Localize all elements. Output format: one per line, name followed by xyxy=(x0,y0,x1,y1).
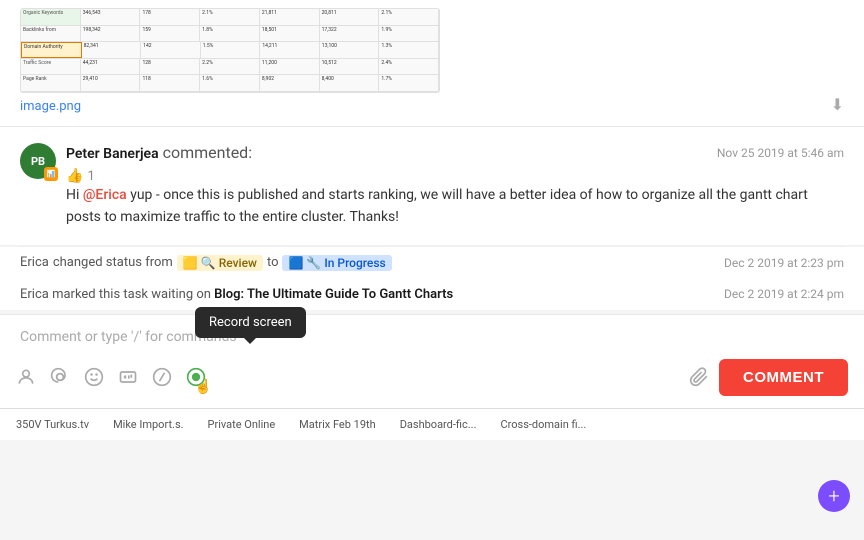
like-icon[interactable]: 👍 xyxy=(66,168,83,184)
comment-time: Nov 25 2019 at 5:46 am xyxy=(717,146,844,160)
bottom-tab-2[interactable]: Private Online xyxy=(200,414,284,435)
at-mention-icon[interactable] xyxy=(50,367,70,387)
bottom-tab-3[interactable]: Matrix Feb 19th xyxy=(291,414,384,435)
comment-input-area: Comment or type '/' for commands Record … xyxy=(0,314,864,408)
comment-placeholder[interactable]: Comment or type '/' for commands xyxy=(0,315,864,351)
bottom-taskbar: 350V Turkus.tv Mike Import.s. Private On… xyxy=(0,408,864,440)
waiting-change-row: Erica marked this task waiting on Blog: … xyxy=(0,279,864,310)
like-count: 1 xyxy=(87,169,94,184)
comment-text: yup - once this is published and starts … xyxy=(66,187,808,225)
commented-label: commented: xyxy=(163,143,253,162)
avatar: PB 📊 xyxy=(20,143,56,179)
image-thumbnail: Organic Keywords 346,543 178 2.1% 21,811… xyxy=(20,8,440,93)
commenter-name: Peter Banerjea xyxy=(66,146,159,162)
comment-body: Hi @Erica yup - once this is published a… xyxy=(66,184,844,229)
bottom-tab-5[interactable]: Cross-domain fi... xyxy=(492,414,594,435)
record-screen-icon[interactable]: ☝️ xyxy=(186,367,206,387)
mention-tag: @Erica xyxy=(83,187,127,203)
record-screen-tooltip: Record screen xyxy=(195,307,306,338)
from-status-badge: 🟨 🔍 Review xyxy=(177,255,263,271)
download-icon[interactable]: ⬇ xyxy=(831,95,844,114)
bottom-tab-4[interactable]: Dashboard-fic... xyxy=(392,414,485,435)
comment-section: PB 📊 Peter Banerjea commented: Nov 25 20… xyxy=(0,127,864,246)
float-action-button[interactable]: + xyxy=(818,480,850,512)
toolbar-right: COMMENT xyxy=(689,359,848,396)
comment-button[interactable]: COMMENT xyxy=(719,359,848,396)
status-action: changed status from xyxy=(53,255,173,270)
status-change-row: Erica changed status from 🟨 🔍 Review to … xyxy=(0,247,864,279)
slash-command-icon[interactable] xyxy=(152,367,172,387)
to-status-badge: 🟦 🔧 In Progress xyxy=(282,255,391,271)
gif-icon[interactable] xyxy=(118,367,138,387)
to-word: to xyxy=(267,255,279,270)
image-filename-link[interactable]: image.png xyxy=(20,99,440,114)
emoji-icon[interactable] xyxy=(84,367,104,387)
main-container: Organic Keywords 346,543 178 2.1% 21,811… xyxy=(0,0,864,540)
person-icon[interactable] xyxy=(16,367,36,387)
waiting-link[interactable]: Blog: The Ultimate Guide To Gantt Charts xyxy=(214,287,453,302)
bottom-tab-1[interactable]: Mike Import.s. xyxy=(105,414,191,435)
comment-toolbar: Record screen xyxy=(0,351,864,408)
attachment-icon[interactable] xyxy=(689,367,709,387)
avatar-badge: 📊 xyxy=(44,167,58,181)
waiting-action: marked this task waiting on xyxy=(52,287,214,302)
waiting-time: Dec 2 2019 at 2:24 pm xyxy=(724,287,844,301)
image-section: Organic Keywords 346,543 178 2.1% 21,811… xyxy=(0,0,864,127)
status-actor: Erica xyxy=(20,255,49,270)
toolbar-left: ☝️ xyxy=(16,367,206,387)
waiting-actor: Erica xyxy=(20,287,49,302)
status-time: Dec 2 2019 at 2:23 pm xyxy=(724,256,844,270)
bottom-tab-0[interactable]: 350V Turkus.tv xyxy=(8,414,97,435)
